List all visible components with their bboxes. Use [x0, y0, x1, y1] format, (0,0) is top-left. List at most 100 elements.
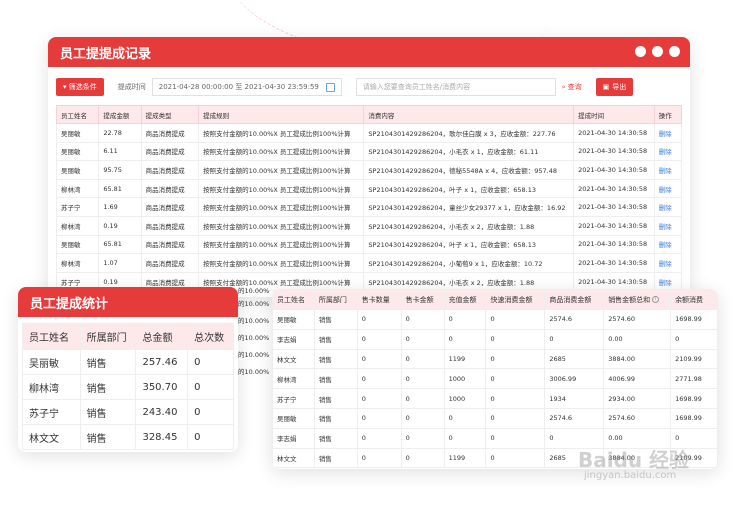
table-cell: 2021-04-30 14:30:58 [573, 123, 655, 143]
table-cell: 吴丽敏 [22, 349, 81, 375]
table-cell: 0 [356, 368, 402, 390]
table-cell: 按照支付金额的10.00%X 员工提成比例100%计算 [198, 141, 365, 162]
table-cell: 销售 [313, 368, 358, 390]
table-cell: 0 [356, 309, 402, 330]
records-column-header: 提成时间 [573, 105, 655, 124]
delete-link[interactable]: 删除 [659, 260, 672, 268]
table-cell: 商品消费提成 [140, 197, 200, 217]
table-cell: 328.45 [135, 424, 189, 450]
delete-link[interactable]: 删除 [659, 204, 672, 212]
table-cell: 0 [356, 388, 402, 409]
table-cell: 2771.98 [670, 368, 718, 390]
table-cell: 商品消费提成 [140, 253, 200, 273]
table-cell: 苏子宁 [55, 197, 100, 217]
table-cell: 0 [356, 328, 402, 350]
table-row: 吴丽敏 22.78 商品消费提成 按照支付金额的10.00%X 员工提成比例100%计… [55, 123, 683, 143]
table-cell: 按照支付金额的10.00%X 员工提成比例100%计算 [198, 234, 365, 255]
query-button[interactable]: ⌕ 查询 [562, 82, 582, 92]
delete-link[interactable]: 删除 [659, 241, 672, 249]
table-cell: 0 [356, 447, 402, 469]
table-cell: 0 [187, 424, 234, 450]
table-cell: 0 [187, 374, 234, 400]
table-cell: 林文文 [272, 447, 315, 469]
delete-link[interactable]: 删除 [659, 186, 672, 194]
table-cell: 0.19 [98, 215, 142, 236]
table-cell: SP2104301429286204，小毛衣 x 1，应收金额：61.11 [363, 141, 575, 162]
table-cell: 6.11 [98, 141, 142, 162]
table-cell: 吴丽敏 [272, 309, 315, 330]
table-cell: 2685 [544, 348, 605, 370]
stats-table: 员工姓名 所属部门 总金额 总次数 吴丽敏 销售 257.46 0 柳林湾 销售 350.70 0 苏… [22, 323, 234, 450]
table-cell: 243.40 [135, 399, 189, 425]
table-cell: 0 [443, 427, 487, 449]
table-cell: 柳林湾 [55, 215, 100, 236]
dot-icon [635, 46, 646, 57]
table-cell: 苏子宁 [272, 388, 315, 409]
filter-button[interactable]: ▾ 筛选条件 [56, 78, 104, 96]
table-row: 吴丽敏 销售 0 0 0 0 2574.6 2574.60 1698.99 [272, 407, 718, 429]
summary-column-header: 快速消费金额 [485, 289, 546, 310]
header-label: 充值金额 [448, 295, 477, 304]
records-table: 员工姓名 提成金额 提成类型 提成规则 消费内容 提成时间 操作 吴丽敏 22.78 商品消费提… [55, 105, 683, 292]
table-cell: 1199 [443, 447, 487, 469]
table-cell: 1000 [443, 368, 487, 390]
card-title: 员工提成统计 [30, 296, 109, 312]
table-row: 柳林湾 1.07 商品消费提成 按照支付金额的10.00%X 员工提成比例100%计算… [55, 253, 683, 273]
table-cell: 删除 [653, 215, 683, 236]
date-range-picker[interactable]: 2021-04-28 00:00:00 至 2021-04-30 23:59:5… [151, 78, 342, 96]
table-cell: 0 [670, 328, 718, 350]
summary-column-header: 销售金额总和 i [603, 289, 672, 310]
delete-link[interactable]: 删除 [659, 148, 672, 156]
commission-records-card: 员工提提成记录 ▾ 筛选条件 提成时间 2021-04-28 00:00:00 … [48, 37, 690, 297]
search-input[interactable]: 请输入您要查询员工姓名/消费内容 [355, 78, 556, 96]
table-cell: 李志娟 [272, 427, 315, 449]
table-cell: 吴丽敏 [55, 234, 100, 255]
table-cell: 65.81 [98, 178, 142, 199]
table-cell: 3884.00 [603, 348, 672, 370]
table-cell: 苏子宁 [22, 399, 81, 425]
table-cell: 0 [356, 348, 402, 370]
delete-link[interactable]: 删除 [659, 130, 672, 138]
table-cell: 删除 [653, 234, 683, 255]
table-cell: 柳林湾 [22, 374, 81, 400]
table-cell: 2021-04-30 14:30:58 [573, 215, 655, 236]
records-column-header: 提成金额 [98, 105, 142, 124]
table-cell: 删除 [653, 253, 683, 273]
delete-link[interactable]: 删除 [659, 167, 672, 175]
table-cell: 2021-04-30 14:30:58 [573, 253, 655, 273]
rule-fragment: 的10.00% [238, 334, 270, 342]
table-row: 柳林湾 0.19 商品消费提成 按照支付金额的10.00%X 员工提成比例100%计算… [55, 215, 683, 236]
table-cell: 销售 [79, 374, 137, 400]
table-cell: 0 [400, 309, 445, 330]
table-cell: 按照支付金额的10.00%X 员工提成比例100%计算 [198, 160, 365, 180]
table-cell: 1698.99 [670, 407, 718, 429]
table-cell: 销售 [313, 348, 358, 370]
table-cell: 商品消费提成 [140, 215, 200, 236]
stats-table-header: 员工姓名 所属部门 总金额 总次数 [22, 323, 234, 350]
table-cell: 0 [356, 407, 402, 429]
table-cell: SP2104301429286204，歌尔佳白膜 x 3，应收金额：227.76 [363, 123, 575, 143]
export-button[interactable]: ▣ 导出 [595, 78, 634, 96]
records-column-header: 提成类型 [140, 105, 200, 124]
table-cell: 林文文 [22, 424, 81, 450]
table-row: 柳林湾 销售 350.70 0 [22, 374, 234, 400]
table-cell: 销售 [313, 447, 358, 469]
summary-column-header: 售卡数量 [356, 289, 402, 310]
summary-table: 员工姓名 所属部门 售卡数量 售卡金额 充值金额 快速消费金额 商品消费金额 销售金额总和 i 余… [272, 289, 718, 469]
delete-link[interactable]: 删除 [659, 223, 672, 231]
table-cell: 按照支付金额的10.00%X 员工提成比例100%计算 [198, 123, 365, 143]
info-icon[interactable]: i [652, 296, 660, 303]
summary-column-header: 所属部门 [313, 289, 358, 310]
stats-table-wrap: 员工姓名 所属部门 总金额 总次数 吴丽敏 销售 257.46 0 柳林湾 销售 350.70 0 苏… [18, 317, 238, 450]
table-cell: 2021-04-30 14:30:58 [573, 160, 655, 180]
table-cell: 吴丽敏 [55, 123, 100, 143]
delete-link[interactable]: 删除 [659, 279, 672, 287]
table-cell: 销售 [313, 309, 358, 330]
table-cell: 0 [485, 447, 546, 469]
table-row: 吴丽敏 65.81 商品消费提成 按照支付金额的10.00%X 员工提成比例100%计… [55, 234, 683, 255]
table-cell: 0 [400, 328, 445, 350]
table-row: 苏子宁 1.69 商品消费提成 按照支付金额的10.00%X 员工提成比例100%计算… [55, 197, 683, 217]
header-label: 售卡金额 [405, 295, 434, 304]
rule-fragment: 的10.00% [238, 351, 270, 359]
commission-stats-header: 员工提成统计 [18, 287, 238, 317]
